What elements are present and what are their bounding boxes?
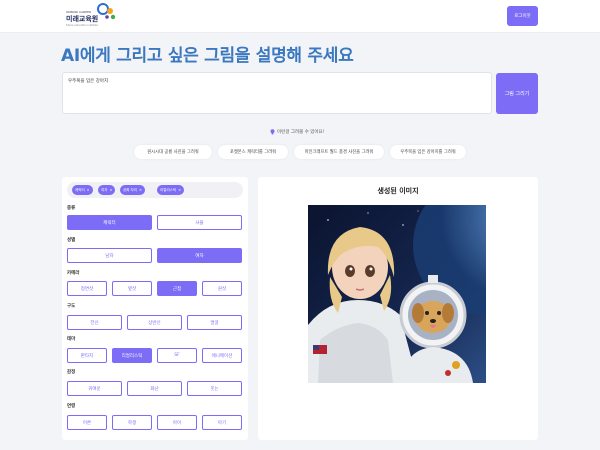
option-button[interactable]: 판타지 bbox=[67, 348, 107, 363]
option-button[interactable]: 정면샷 bbox=[67, 281, 107, 296]
result-title: 생성된 이미지 bbox=[377, 187, 419, 195]
close-icon[interactable]: × bbox=[178, 188, 181, 192]
close-icon[interactable]: × bbox=[109, 188, 112, 192]
option-button[interactable]: 옆샷 bbox=[112, 281, 152, 296]
prompt-value: 우주복을 입은 강아지 bbox=[68, 79, 109, 84]
option-button[interactable]: 얼굴 bbox=[187, 315, 242, 330]
examples-hint: 이런걸 그려볼 수 있어요! bbox=[270, 129, 325, 135]
option-button[interactable]: 웃는 bbox=[187, 381, 242, 396]
result-panel: 생성된 이미지 bbox=[258, 177, 538, 440]
prompt-input[interactable]: 우주복을 입은 강아지 bbox=[62, 72, 492, 114]
tag-label: 여자 bbox=[101, 187, 108, 192]
hint-text: 이런걸 그려볼 수 있어요! bbox=[277, 130, 325, 135]
section-label-angle: 카메라 bbox=[67, 271, 80, 276]
top-header: ONNURI CAREER 미래교육원 future education ins… bbox=[0, 0, 600, 33]
section-label-age: 연령 bbox=[67, 404, 76, 409]
example-chip[interactable]: 포켓몬스 캐릭터를 그려줘 bbox=[218, 145, 288, 159]
example-chip[interactable]: 우주복을 입은 강아지를 그려줘 bbox=[390, 145, 466, 159]
option-button[interactable]: 여자 bbox=[157, 248, 242, 263]
option-button[interactable]: 원샷 bbox=[202, 281, 242, 296]
example-chip[interactable]: 마인크래프트 월드 풍경 사진을 그려줘 bbox=[294, 145, 384, 159]
section-label-type: 종류 bbox=[67, 206, 76, 211]
option-button[interactable]: 아이 bbox=[157, 415, 197, 430]
option-button[interactable]: 리얼리스틱 bbox=[112, 348, 152, 363]
options-panel: 캐릭터 × 여자 × 공짜 자리 × 리얼리스틱 × 종류 캐릭터 사물 성별 남자 여… bbox=[62, 177, 248, 440]
logo[interactable]: ONNURI CAREER 미래교육원 future education ins… bbox=[60, 2, 118, 30]
section-label-gender: 성별 bbox=[67, 238, 76, 243]
option-button[interactable]: 상반신 bbox=[127, 315, 182, 330]
option-button[interactable]: 사물 bbox=[157, 215, 242, 230]
option-button[interactable]: 캐릭터 bbox=[67, 215, 152, 230]
close-icon[interactable]: × bbox=[139, 188, 142, 192]
option-button[interactable]: 전신 bbox=[67, 315, 122, 330]
example-chip[interactable]: 원시시대 공룡 사진을 그려줘 bbox=[134, 145, 212, 159]
option-button[interactable]: SF bbox=[157, 348, 197, 363]
tag-label: 캐릭터 bbox=[75, 187, 85, 192]
logout-button[interactable]: 로그이웃 bbox=[507, 6, 538, 26]
generated-image bbox=[308, 205, 486, 383]
option-button[interactable]: 어른 bbox=[67, 415, 107, 430]
selected-tag[interactable]: 캐릭터 × bbox=[72, 185, 93, 195]
draw-button[interactable]: 그림 그리기 bbox=[496, 73, 538, 114]
logo-subtitle: future education institute bbox=[66, 24, 98, 27]
option-button[interactable]: 학생 bbox=[112, 415, 152, 430]
option-button[interactable]: 아기 bbox=[202, 415, 242, 430]
section-label-emotion: 감정 bbox=[67, 370, 76, 375]
lightbulb-icon bbox=[270, 129, 275, 135]
selected-tag[interactable]: 리얼리스틱 × bbox=[157, 185, 185, 195]
page-title: AI에게 그리고 싶은 그림을 설명해 주세요 bbox=[61, 46, 354, 66]
option-button[interactable]: 애니메이션 bbox=[202, 348, 242, 363]
option-button[interactable]: 화난 bbox=[127, 381, 182, 396]
section-label-composition: 구도 bbox=[67, 304, 76, 309]
close-icon[interactable]: × bbox=[87, 188, 90, 192]
logo-name: 미래교육원 bbox=[66, 15, 99, 23]
option-button[interactable]: 근접 bbox=[157, 281, 197, 296]
selected-tag[interactable]: 여자 × bbox=[98, 185, 116, 195]
tag-label: 리얼리스틱 bbox=[160, 187, 177, 192]
option-button[interactable]: 귀여운 bbox=[67, 381, 122, 396]
selected-tags-bar: 캐릭터 × 여자 × 공짜 자리 × 리얼리스틱 × bbox=[67, 182, 243, 198]
tag-label: 공짜 자리 bbox=[123, 187, 137, 192]
selected-tag[interactable]: 공짜 자리 × bbox=[120, 185, 145, 195]
option-button[interactable]: 남자 bbox=[67, 248, 152, 263]
section-label-theme: 테마 bbox=[67, 337, 76, 342]
